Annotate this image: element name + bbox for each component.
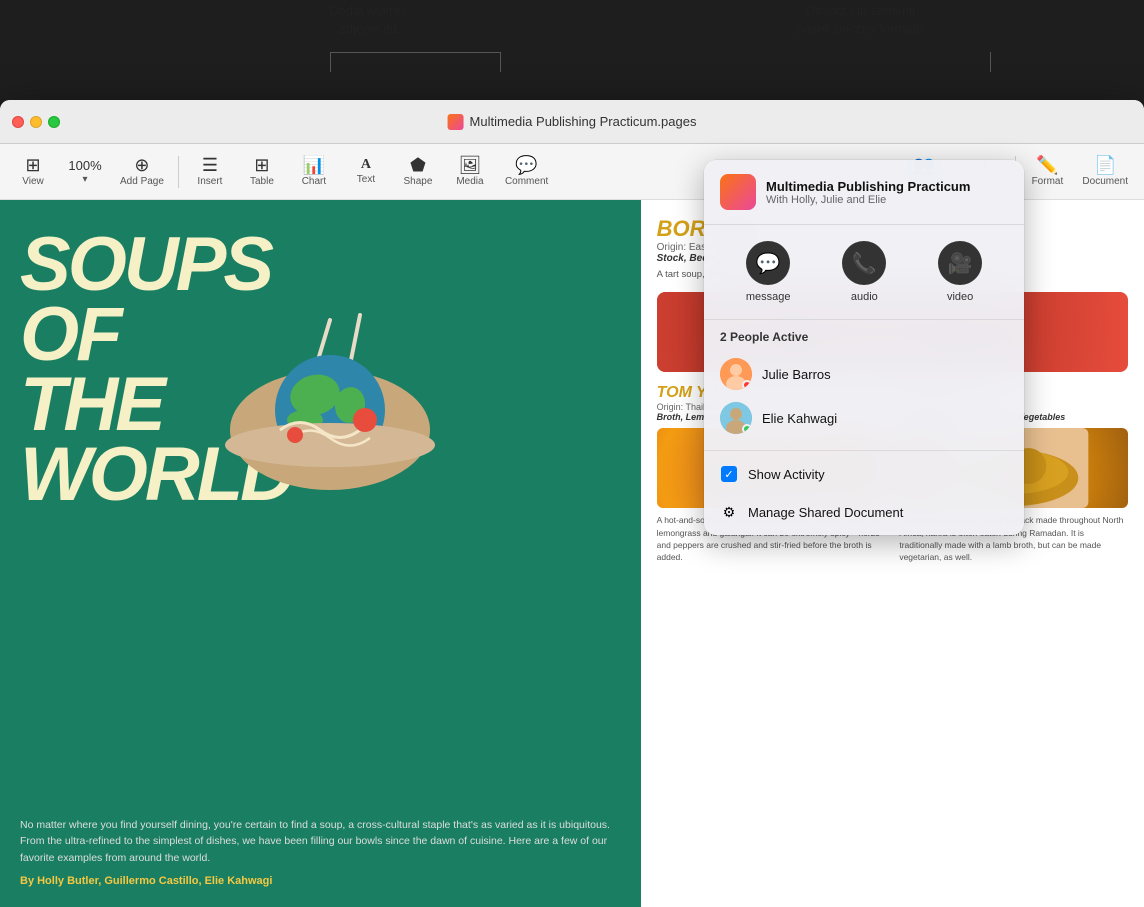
elie-status-dot xyxy=(742,424,752,434)
callout-format-sidebar: Otwórz lub zamknij pasek boczny formatu xyxy=(760,2,960,38)
shape-button[interactable]: ⬟ Shape xyxy=(393,152,443,191)
manage-shared-label: Manage Shared Document xyxy=(748,505,903,520)
body-text: No matter where you find yourself dining… xyxy=(20,817,621,867)
doc-icon xyxy=(448,114,464,130)
julie-name: Julie Barros xyxy=(762,367,831,382)
show-activity-icon: ✓ xyxy=(720,465,738,483)
title-soups: SOUPS xyxy=(20,230,292,300)
video-icon: 🎥 xyxy=(938,241,982,285)
collab-doc-icon xyxy=(720,174,756,210)
media-icon: 🖼 xyxy=(459,156,482,174)
elie-name: Elie Kahwagi xyxy=(762,411,837,426)
message-icon: 💬 xyxy=(746,241,790,285)
activity-checkbox: ✓ xyxy=(721,466,737,482)
elie-avatar xyxy=(720,402,752,434)
author-text: By Holly Butler, Guillermo Castillo, Eli… xyxy=(20,875,621,887)
audio-button[interactable]: 📞 audio xyxy=(842,241,886,303)
titlebar: Multimedia Publishing Practicum.pages xyxy=(0,100,1144,144)
text-icon: A xyxy=(361,158,371,172)
active-count: 2 People Active xyxy=(720,330,1008,344)
traffic-lights xyxy=(12,116,60,128)
show-activity-item[interactable]: ✓ Show Activity xyxy=(704,455,1024,493)
maximize-button[interactable] xyxy=(48,116,60,128)
view-button[interactable]: ⊞ View xyxy=(8,152,58,191)
table-icon: ⊞ xyxy=(254,156,269,174)
body-text-area: No matter where you find yourself dining… xyxy=(20,817,621,887)
comment-button[interactable]: 💬 Comment xyxy=(497,152,556,191)
collab-popup-header: Multimedia Publishing Practicum With Hol… xyxy=(704,160,1024,225)
collab-doc-subtitle: With Holly, Julie and Elie xyxy=(766,194,970,206)
chart-button[interactable]: 📊 Chart xyxy=(289,152,339,191)
add-page-button[interactable]: ⊕ Add Page xyxy=(112,152,172,191)
audio-label: audio xyxy=(851,291,878,303)
insert-icon: ☰ xyxy=(202,156,218,174)
collab-menu-items: ✓ Show Activity ⚙ Manage Shared Document xyxy=(704,451,1024,535)
manage-shared-item[interactable]: ⚙ Manage Shared Document xyxy=(704,493,1024,531)
insert-button[interactable]: ☰ Insert xyxy=(185,152,235,191)
minimize-button[interactable] xyxy=(30,116,42,128)
chart-icon: 📊 xyxy=(303,156,325,174)
video-label: video xyxy=(947,291,973,303)
show-activity-label: Show Activity xyxy=(748,467,825,482)
shape-icon: ⬟ xyxy=(410,156,426,174)
app-window: Multimedia Publishing Practicum.pages ⊞ … xyxy=(0,100,1144,907)
comment-icon: 💬 xyxy=(515,156,537,174)
soup-bowl-illustration xyxy=(200,300,460,510)
document-icon: 📄 xyxy=(1094,156,1116,174)
audio-icon: 📞 xyxy=(842,241,886,285)
format-button[interactable]: ✏️ Format xyxy=(1022,152,1072,191)
collaborate-popup: Multimedia Publishing Practicum With Hol… xyxy=(704,160,1024,535)
message-button[interactable]: 💬 message xyxy=(746,241,791,303)
close-button[interactable] xyxy=(12,116,24,128)
zoom-chevron: ▾ xyxy=(82,174,87,185)
view-icon: ⊞ xyxy=(25,156,40,174)
format-icon: ✏️ xyxy=(1036,156,1058,174)
video-button[interactable]: 🎥 video xyxy=(938,241,982,303)
zoom-button[interactable]: 100% ▾ xyxy=(60,155,110,189)
zoom-icon: 100% xyxy=(68,159,101,172)
window-title: Multimedia Publishing Practicum.pages xyxy=(448,114,697,130)
person-julie: Julie Barros xyxy=(720,352,1008,396)
julie-status-dot xyxy=(742,380,752,390)
message-label: message xyxy=(746,291,791,303)
julie-avatar xyxy=(720,358,752,390)
text-button[interactable]: A Text xyxy=(341,154,391,189)
table-button[interactable]: ⊞ Table xyxy=(237,152,287,191)
manage-shared-icon: ⚙ xyxy=(720,503,738,521)
callout-add-chart: Dodaj wykres, zdjęcie itd. xyxy=(300,2,440,38)
collab-doc-info: Multimedia Publishing Practicum With Hol… xyxy=(766,179,970,206)
collab-active-section: 2 People Active Julie Barros xyxy=(704,320,1024,451)
collab-actions-row: 💬 message 📞 audio 🎥 video xyxy=(704,225,1024,320)
add-page-icon: ⊕ xyxy=(134,156,149,174)
toolbar-separator-1 xyxy=(178,156,179,188)
person-elie: Elie Kahwagi xyxy=(720,396,1008,440)
media-button[interactable]: 🖼 Media xyxy=(445,152,495,191)
document-button[interactable]: 📄 Document xyxy=(1074,152,1136,191)
collab-doc-title: Multimedia Publishing Practicum xyxy=(766,179,970,194)
